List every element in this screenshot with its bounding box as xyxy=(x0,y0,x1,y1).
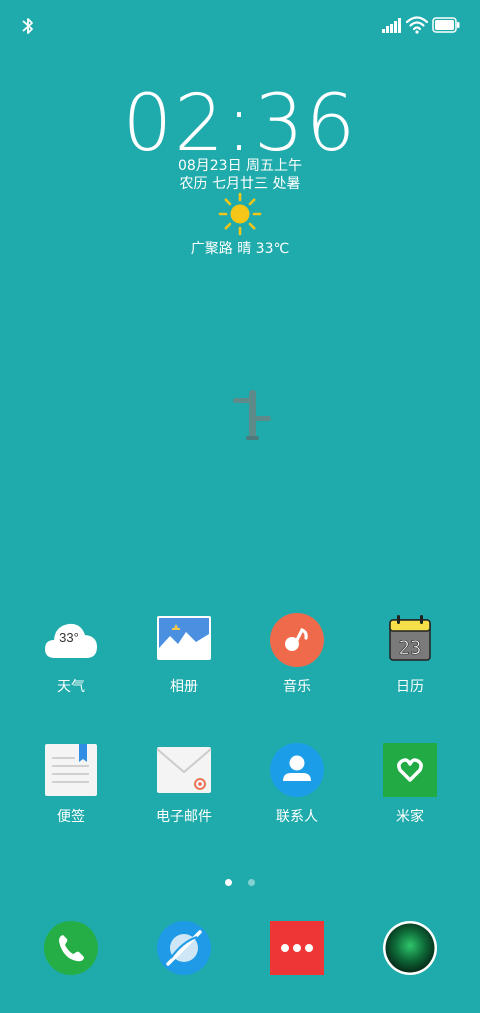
status-bar xyxy=(0,0,480,50)
music-icon xyxy=(270,613,324,667)
page-dot-active[interactable] xyxy=(225,879,233,886)
app-gallery[interactable]: 相册 xyxy=(129,612,239,696)
date-text: 08月23日 周五上午 xyxy=(177,158,303,174)
app-email[interactable]: 电子邮件 xyxy=(129,742,239,826)
app-contacts[interactable]: 联系人 xyxy=(242,742,352,826)
page-dot[interactable] xyxy=(247,879,255,886)
bluetooth-icon xyxy=(22,18,33,34)
app-label: 日历 xyxy=(396,679,424,695)
clock-time[interactable]: 02:36 xyxy=(0,84,480,164)
app-label: 天气 xyxy=(57,679,85,695)
browser-icon[interactable] xyxy=(156,920,212,976)
calendar-day-badge: 23 xyxy=(399,637,422,659)
mijia-icon xyxy=(383,743,437,797)
app-music[interactable]: 音乐 xyxy=(242,612,352,696)
page-indicator xyxy=(0,871,480,890)
contacts-icon xyxy=(270,743,324,797)
calendar-icon: 23 xyxy=(389,615,431,661)
more-apps-icon[interactable] xyxy=(269,920,325,976)
app-weather[interactable]: 33° 天气 xyxy=(16,612,126,696)
notes-icon xyxy=(45,744,97,796)
weather-temp-badge: 33° xyxy=(59,630,79,645)
wifi-icon xyxy=(406,16,428,34)
app-label: 联系人 xyxy=(276,809,318,825)
signal-icon xyxy=(382,18,401,33)
app-label: 米家 xyxy=(396,809,424,825)
phone-icon[interactable] xyxy=(43,920,99,976)
weather-text: 广聚路 晴 33℃ xyxy=(190,241,290,257)
email-icon xyxy=(156,747,212,793)
app-mijia[interactable]: 米家 xyxy=(355,742,465,826)
plant-decoration-icon xyxy=(233,390,271,440)
camera-icon[interactable] xyxy=(382,920,438,976)
gallery-icon xyxy=(157,616,211,660)
app-calendar[interactable]: 23 日历 xyxy=(355,612,465,696)
app-notes[interactable]: 便签 xyxy=(16,742,126,826)
sun-icon xyxy=(218,192,262,236)
app-label: 音乐 xyxy=(283,679,311,695)
app-label: 相册 xyxy=(170,679,198,695)
lunar-date-text: 农历 七月廿三 处暑 xyxy=(179,176,301,192)
app-label: 便签 xyxy=(57,809,85,825)
weather-icon: 33° xyxy=(45,623,97,658)
battery-icon xyxy=(432,17,460,33)
app-label: 电子邮件 xyxy=(156,809,212,825)
